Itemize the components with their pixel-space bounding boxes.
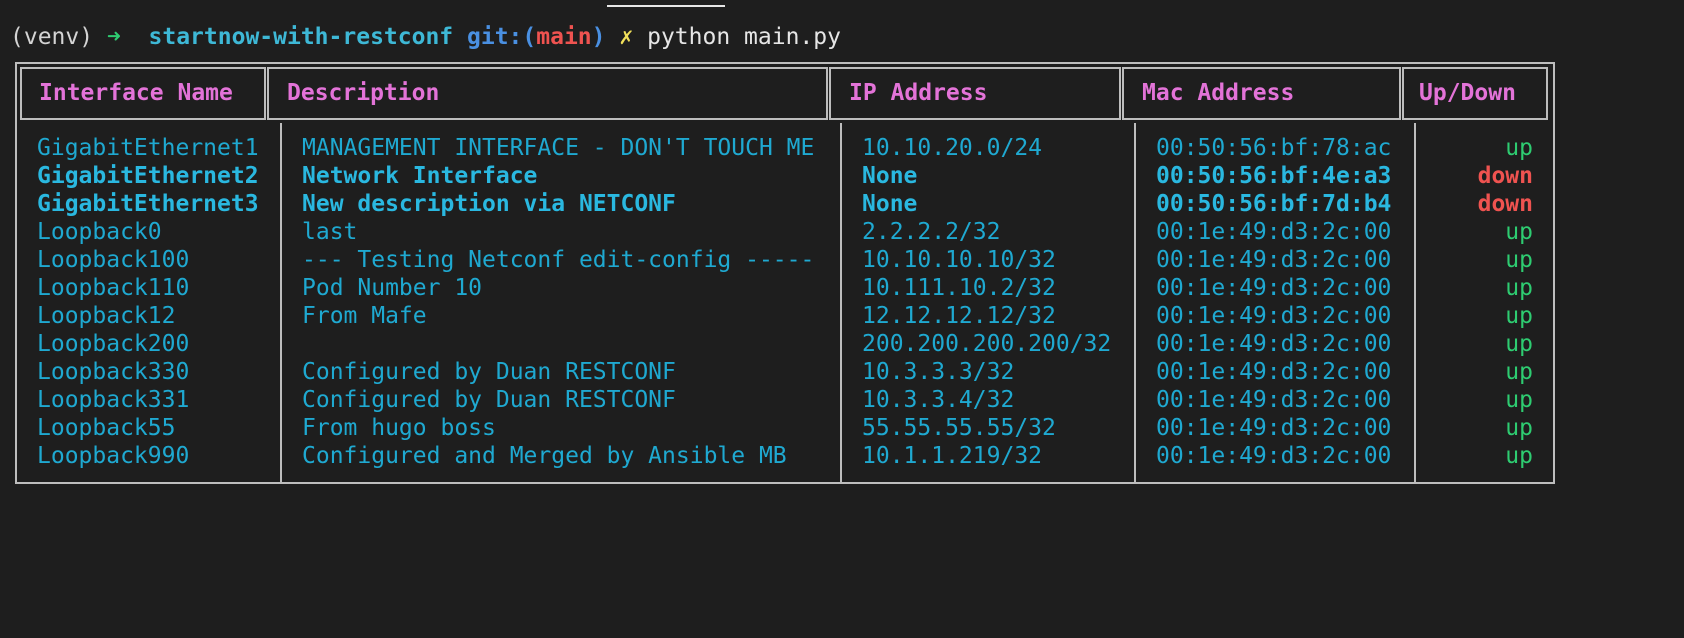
table-row: Loopback100 --- Testing Netconf edit-con… [17, 246, 1553, 274]
interface-description: From hugo boss [302, 415, 496, 441]
ip-address: None [862, 191, 918, 217]
interfaces-table: Interface Name Description IP Address Ma… [15, 62, 1555, 484]
header-description: Description [287, 80, 440, 106]
mac-address: 00:1e:49:d3:2c:00 [1156, 331, 1392, 357]
status-up: up [1505, 359, 1533, 385]
status-up: up [1505, 275, 1533, 301]
interface-name: Loopback55 [37, 415, 176, 441]
ip-address: 10.111.10.2/32 [862, 275, 1056, 301]
mac-address: 00:1e:49:d3:2c:00 [1156, 303, 1392, 329]
git-suffix: ) [591, 24, 606, 50]
ip-address: 10.10.10.10/32 [862, 247, 1056, 273]
ip-address: 10.10.20.0/24 [862, 135, 1043, 161]
interface-name: Loopback990 [37, 443, 190, 469]
mac-address: 00:1e:49:d3:2c:00 [1156, 359, 1392, 385]
status-up: up [1505, 219, 1533, 245]
command-text: python main.py [647, 24, 841, 50]
interface-description: New description via NETCONF [302, 191, 676, 217]
interface-name: Loopback12 [37, 303, 176, 329]
ip-address: 2.2.2.2/32 [862, 219, 1001, 245]
interface-description: --- Testing Netconf edit-config ----- [302, 247, 815, 273]
shell-prompt: (venv) ➜ startnow-with-restconf git:(mai… [10, 20, 841, 54]
header-ip-address: IP Address [849, 80, 988, 106]
interface-name: GigabitEthernet1 [37, 135, 259, 161]
interface-name: Loopback100 [37, 247, 190, 273]
ip-address: 10.3.3.4/32 [862, 387, 1015, 413]
git-prefix: git:( [467, 24, 537, 50]
table-row: Loopback990 Configured and Merged by Ans… [17, 442, 1553, 470]
ip-address: 12.12.12.12/32 [862, 303, 1056, 329]
mac-address: 00:1e:49:d3:2c:00 [1156, 275, 1392, 301]
mac-address: 00:1e:49:d3:2c:00 [1156, 443, 1392, 469]
interface-name: GigabitEthernet3 [37, 191, 259, 217]
interface-description: MANAGEMENT INTERFACE - DON'T TOUCH ME [302, 135, 815, 161]
mac-address: 00:1e:49:d3:2c:00 [1156, 415, 1392, 441]
table-row: Loopback331 Configured by Duan RESTCONF … [17, 386, 1553, 414]
ip-address: 200.200.200.200/32 [862, 331, 1112, 357]
interface-description: last [302, 219, 358, 245]
header-up-down: Up/Down [1419, 80, 1516, 106]
status-up: up [1505, 387, 1533, 413]
status-down: down [1477, 163, 1533, 189]
status-up: up [1505, 135, 1533, 161]
table-row: Loopback55 From hugo boss 55.55.55.55/32… [17, 414, 1553, 442]
ip-address: 10.1.1.219/32 [862, 443, 1043, 469]
status-up: up [1505, 303, 1533, 329]
interface-description: Configured by Duan RESTCONF [302, 359, 676, 385]
status-up: up [1505, 331, 1533, 357]
interface-description: Configured by Duan RESTCONF [302, 387, 676, 413]
prompt-arrow-icon: ➜ [106, 24, 121, 50]
header-cell-status: Up/Down [1402, 67, 1548, 120]
git-branch: main [536, 24, 592, 50]
header-cell-mac: Mac Address [1122, 67, 1401, 120]
venv-indicator: (venv) [10, 24, 94, 50]
interface-description: Configured and Merged by Ansible MB [302, 443, 787, 469]
table-row: GigabitEthernet1 MANAGEMENT INTERFACE - … [17, 134, 1553, 162]
header-cell-description: Description [267, 67, 828, 120]
interface-description: Pod Number 10 [302, 275, 483, 301]
mac-address: 00:1e:49:d3:2c:00 [1156, 247, 1392, 273]
header-cell-name: Interface Name [20, 67, 266, 120]
table-row: Loopback330 Configured by Duan RESTCONF … [17, 358, 1553, 386]
ip-address: 10.3.3.3/32 [862, 359, 1015, 385]
table-row: Loopback200 200.200.200.200/32 00:1e:49:… [17, 330, 1553, 358]
status-up: up [1505, 443, 1533, 469]
git-dirty-icon: ✗ [619, 24, 634, 50]
table-row: GigabitEthernet2 Network Interface None … [17, 162, 1553, 190]
header-mac-address: Mac Address [1142, 80, 1295, 106]
interface-name: Loopback331 [37, 387, 190, 413]
interface-description: From Mafe [302, 303, 427, 329]
table-row: Loopback0 last 2.2.2.2/32 00:1e:49:d3:2c… [17, 218, 1553, 246]
mac-address: 00:50:56:bf:7d:b4 [1156, 191, 1392, 217]
active-tab-indicator [607, 5, 725, 7]
interface-name: GigabitEthernet2 [37, 163, 259, 189]
interface-name: Loopback110 [37, 275, 190, 301]
mac-address: 00:1e:49:d3:2c:00 [1156, 219, 1392, 245]
ip-address: 55.55.55.55/32 [862, 415, 1056, 441]
ip-address: None [862, 163, 918, 189]
table-body: GigabitEthernet1 MANAGEMENT INTERFACE - … [17, 134, 1553, 470]
interface-description: Network Interface [302, 163, 538, 189]
current-directory: startnow-with-restconf [148, 24, 454, 50]
interface-name: Loopback330 [37, 359, 190, 385]
mac-address: 00:1e:49:d3:2c:00 [1156, 387, 1392, 413]
status-up: up [1505, 247, 1533, 273]
interface-name: Loopback0 [37, 219, 162, 245]
table-row: GigabitEthernet3 New description via NET… [17, 190, 1553, 218]
status-down: down [1477, 191, 1533, 217]
table-row: Loopback12 From Mafe 12.12.12.12/32 00:1… [17, 302, 1553, 330]
header-interface-name: Interface Name [39, 80, 233, 106]
interface-name: Loopback200 [37, 331, 190, 357]
status-up: up [1505, 415, 1533, 441]
table-row: Loopback110 Pod Number 10 10.111.10.2/32… [17, 274, 1553, 302]
mac-address: 00:50:56:bf:4e:a3 [1156, 163, 1392, 189]
mac-address: 00:50:56:bf:78:ac [1156, 135, 1392, 161]
header-cell-ip: IP Address [829, 67, 1121, 120]
